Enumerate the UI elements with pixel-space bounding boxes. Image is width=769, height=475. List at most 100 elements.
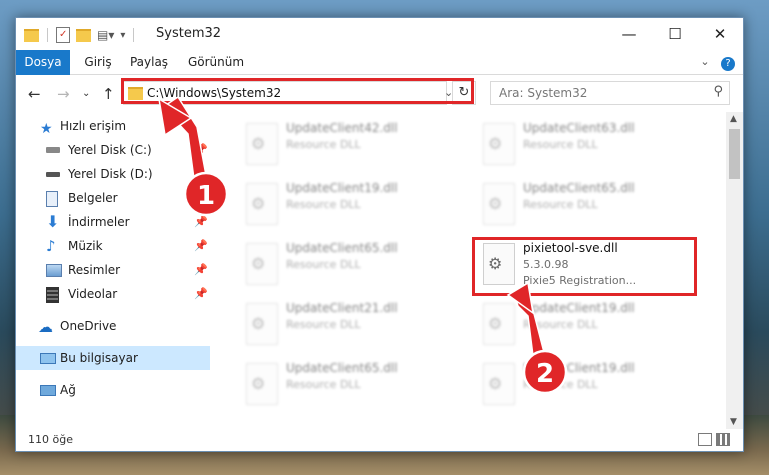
properties-icon[interactable]: ✓ (56, 27, 70, 43)
documents-icon (46, 191, 58, 207)
sidebar-item-local-disk-d[interactable]: Yerel Disk (D:) (16, 162, 210, 186)
tab-home[interactable]: Giriş (76, 50, 120, 74)
sidebar-item-documents[interactable]: Belgeler 📌 (16, 186, 210, 210)
gear-icon: ⚙ (488, 374, 503, 393)
drive-icon (46, 172, 60, 177)
sidebar-item-label: Bu bilgisayar (60, 351, 138, 365)
search-icon[interactable]: ⚲ (713, 84, 723, 99)
dll-file-icon: ⚙ (483, 123, 515, 165)
scroll-down-icon[interactable]: ▼ (730, 417, 737, 427)
pin-icon[interactable]: 📌 (194, 186, 208, 210)
list-item[interactable]: ⚙ UpdateClient19.dll Resource DLL (475, 297, 705, 353)
file-name: UpdateClient65.dll (523, 181, 635, 195)
sidebar-item-label: Hızlı erişim (60, 119, 127, 133)
gear-icon: ⚙ (488, 194, 503, 213)
sidebar-item-network[interactable]: Ağ (16, 378, 210, 402)
help-icon[interactable]: ? (719, 50, 737, 74)
sidebar-item-downloads[interactable]: ⬇ İndirmeler 📌 (16, 210, 210, 234)
pin-icon[interactable]: 📌 (194, 138, 208, 162)
sidebar-item-music[interactable]: ♪ Müzik 📌 (16, 234, 210, 258)
file-list: ⚙ UpdateClient42.dll Resource DLL ⚙ Upda… (213, 112, 725, 429)
gear-icon: ⚙ (251, 254, 266, 273)
list-item[interactable]: ⚙ UpdateClient19.dll Resource DLL (475, 357, 705, 413)
large-icons-view-icon[interactable] (716, 433, 730, 446)
sidebar-item-videos[interactable]: Videolar 📌 (16, 282, 210, 306)
list-item[interactable]: ⚙ UpdateClient65.dll Resource DLL (238, 357, 468, 413)
divider (133, 28, 135, 42)
list-item[interactable]: ⚙ UpdateClient21.dll Resource DLL (238, 297, 468, 353)
scroll-up-icon[interactable]: ▲ (730, 114, 737, 124)
pin-icon[interactable]: 📌 (194, 282, 208, 306)
list-item[interactable]: ⚙ UpdateClient19.dll Resource DLL (238, 177, 468, 233)
address-highlight-box (121, 78, 474, 104)
network-icon (40, 385, 56, 396)
file-name: UpdateClient42.dll (286, 121, 398, 135)
sidebar-item-quick-access[interactable]: ★ Hızlı erişim (16, 114, 210, 138)
file-name: UpdateClient19.dll (286, 181, 398, 195)
customize-icon[interactable]: ▤▾ (97, 28, 114, 42)
gear-icon: ⚙ (251, 374, 266, 393)
chevron-down-icon[interactable]: ▾ (120, 30, 125, 41)
sidebar-item-onedrive[interactable]: ☁ OneDrive (16, 314, 210, 338)
pictures-icon (46, 264, 62, 277)
music-icon: ♪ (46, 237, 56, 255)
up-icon[interactable]: ↑ (102, 85, 115, 103)
file-type: Resource DLL (286, 378, 361, 391)
sidebar-item-label: Resimler (68, 263, 121, 277)
list-item[interactable]: ⚙ UpdateClient42.dll Resource DLL (238, 117, 468, 173)
expand-ribbon-icon[interactable]: ⌄ (696, 50, 714, 74)
dll-file-icon: ⚙ (246, 183, 278, 225)
recent-locations-icon[interactable]: ⌄ (82, 88, 90, 99)
scrollbar-thumb[interactable] (729, 129, 740, 179)
folder-icon (24, 28, 39, 42)
download-icon: ⬇ (46, 212, 60, 231)
file-type: Resource DLL (286, 258, 361, 271)
details-view-icon[interactable] (698, 433, 712, 446)
search-placeholder: Ara: System32 (499, 86, 588, 100)
vertical-scrollbar[interactable]: ▲ ▼ (726, 112, 743, 429)
minimize-button[interactable]: — (606, 18, 652, 50)
list-item[interactable]: ⚙ UpdateClient63.dll Resource DLL (475, 117, 705, 173)
gear-icon: ⚙ (251, 194, 266, 213)
search-input[interactable]: Ara: System32 ⚲ (490, 81, 730, 105)
sidebar-item-label: Yerel Disk (D:) (68, 167, 153, 181)
file-type: Resource DLL (523, 318, 598, 331)
sidebar-item-label: Yerel Disk (C:) (68, 143, 152, 157)
gear-icon: ⚙ (488, 134, 503, 153)
star-icon: ★ (40, 121, 53, 137)
sidebar-item-local-disk-c[interactable]: Yerel Disk (C:) 📌 (16, 138, 210, 162)
list-item[interactable]: ⚙ UpdateClient65.dll Resource DLL (475, 177, 705, 233)
navigation-pane: ★ Hızlı erişim Yerel Disk (C:) 📌 Yerel D… (16, 112, 210, 429)
file-type: Resource DLL (523, 138, 598, 151)
pin-icon[interactable]: 📌 (194, 210, 208, 234)
list-item[interactable]: ⚙ UpdateClient65.dll Resource DLL (238, 237, 468, 293)
sidebar-item-label: OneDrive (60, 319, 117, 333)
pin-icon[interactable]: 📌 (194, 258, 208, 282)
back-icon[interactable]: ← (28, 85, 41, 103)
file-type: Resource DLL (523, 198, 598, 211)
new-folder-icon[interactable] (76, 28, 91, 42)
maximize-button[interactable]: ☐ (652, 18, 698, 50)
sidebar-item-pictures[interactable]: Resimler 📌 (16, 258, 210, 282)
sidebar-item-this-pc[interactable]: Bu bilgisayar (16, 346, 210, 370)
file-name: UpdateClient21.dll (286, 301, 398, 315)
quick-access-toolbar: ✓ ▤▾ ▾ (24, 27, 136, 43)
file-type: Resource DLL (286, 318, 361, 331)
tab-view[interactable]: Görünüm (181, 50, 251, 74)
drive-icon (46, 147, 60, 153)
forward-icon[interactable]: → (57, 85, 70, 103)
dll-file-icon: ⚙ (483, 303, 515, 345)
title-bar: ✓ ▤▾ ▾ System32 — ☐ ✕ (16, 18, 743, 50)
dll-file-icon: ⚙ (246, 243, 278, 285)
file-type: Resource DLL (286, 138, 361, 151)
file-type: Resource DLL (523, 378, 598, 391)
close-button[interactable]: ✕ (697, 18, 743, 50)
pin-icon[interactable]: 📌 (194, 234, 208, 258)
tab-share[interactable]: Paylaş (124, 50, 174, 74)
ribbon-tabs: Dosya Giriş Paylaş Görünüm ⌄ ? (16, 50, 743, 106)
dll-file-icon: ⚙ (246, 303, 278, 345)
gear-icon: ⚙ (251, 314, 266, 333)
cloud-icon: ☁ (38, 318, 53, 336)
gear-icon: ⚙ (488, 314, 503, 333)
dll-file-icon: ⚙ (246, 363, 278, 405)
